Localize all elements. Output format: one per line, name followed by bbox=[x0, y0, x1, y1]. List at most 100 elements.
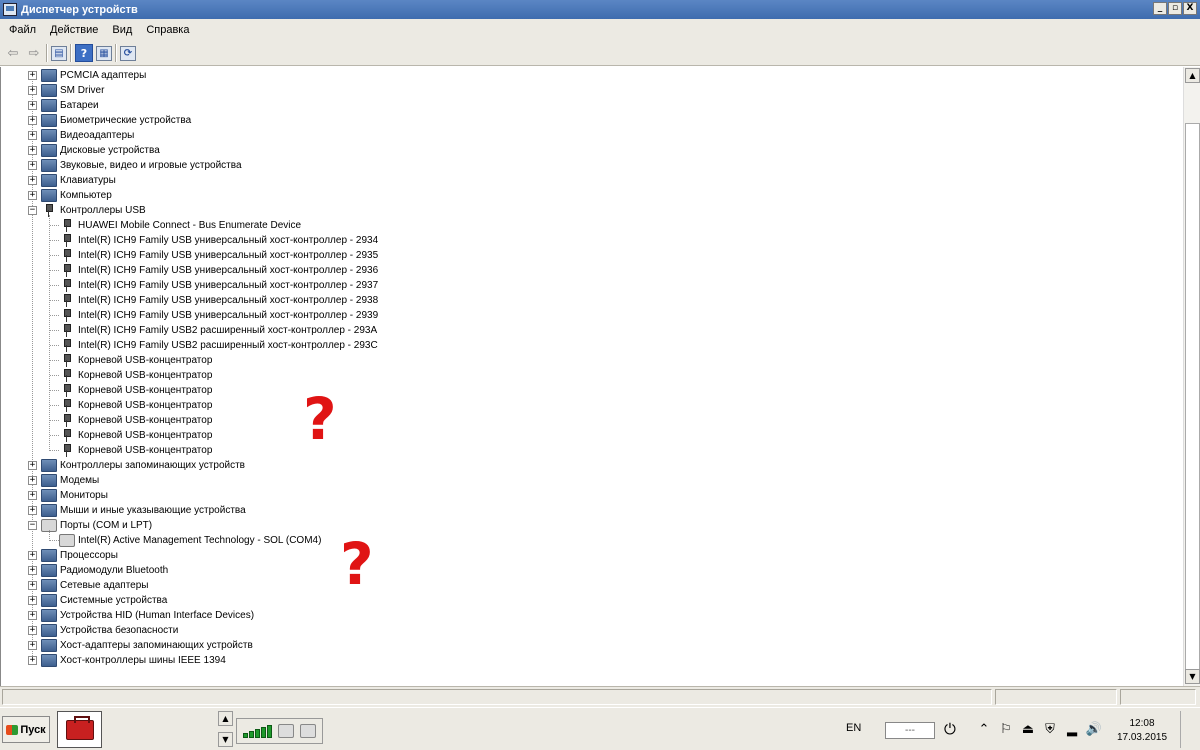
expand-icon[interactable]: + bbox=[28, 146, 37, 155]
start-button[interactable]: Пуск bbox=[2, 716, 50, 743]
tree-device[interactable]: Intel(R) ICH9 Family USB универсальный х… bbox=[59, 278, 378, 293]
tree-device[interactable]: Intel(R) ICH9 Family USB универсальный х… bbox=[59, 248, 378, 263]
expand-icon[interactable]: + bbox=[28, 506, 37, 515]
volume-icon[interactable]: 🔊 bbox=[1086, 721, 1102, 737]
tree-device[interactable]: Intel(R) ICH9 Family USB2 расширенный хо… bbox=[59, 323, 377, 338]
tree-category[interactable]: Мыши и иные указывающие устройства bbox=[41, 503, 246, 518]
tree-category[interactable]: Системные устройства bbox=[41, 593, 167, 608]
clock[interactable]: 12:08 17.03.2015 bbox=[1112, 717, 1172, 745]
tree-device[interactable]: Intel(R) ICH9 Family USB2 расширенный хо… bbox=[59, 338, 378, 353]
vertical-scrollbar[interactable]: ▲ ▼ bbox=[1183, 67, 1200, 686]
view-icon[interactable]: ▦ bbox=[96, 45, 112, 61]
safely-remove-icon[interactable]: ⏏ bbox=[1020, 721, 1036, 737]
power-plug-icon[interactable]: ⏻ bbox=[944, 720, 956, 738]
expand-icon[interactable]: + bbox=[28, 161, 37, 170]
expand-icon[interactable]: + bbox=[28, 71, 37, 80]
tree-category[interactable]: Видеоадаптеры bbox=[41, 128, 134, 143]
forward-icon[interactable]: ⇨ bbox=[25, 44, 43, 62]
expand-icon[interactable]: + bbox=[28, 611, 37, 620]
expand-icon[interactable]: + bbox=[28, 641, 37, 650]
tree-device[interactable]: Корневой USB-концентратор bbox=[59, 398, 212, 413]
tree-category[interactable]: Процессоры bbox=[41, 548, 118, 563]
usb-icon bbox=[59, 399, 75, 412]
tree-device[interactable]: Intel(R) Active Management Technology - … bbox=[59, 533, 321, 548]
expand-icon[interactable]: + bbox=[28, 566, 37, 575]
tree-category[interactable]: Контроллеры USB bbox=[41, 203, 146, 218]
expand-icon[interactable]: + bbox=[28, 491, 37, 500]
tree-device[interactable]: Корневой USB-концентратор bbox=[59, 443, 212, 458]
show-desktop-button[interactable] bbox=[1180, 711, 1196, 748]
scroll-up-button[interactable]: ▲ bbox=[218, 711, 233, 726]
expand-icon[interactable]: + bbox=[28, 581, 37, 590]
tree-category[interactable]: Батареи bbox=[41, 98, 99, 113]
expand-icon[interactable]: + bbox=[28, 551, 37, 560]
scan-hardware-icon[interactable]: ⟳ bbox=[120, 45, 136, 61]
tree-device[interactable]: Intel(R) ICH9 Family USB универсальный х… bbox=[59, 293, 378, 308]
tree-item-label: Intel(R) Active Management Technology - … bbox=[78, 535, 322, 546]
tree-category[interactable]: Мониторы bbox=[41, 488, 108, 503]
menu-help[interactable]: Справка bbox=[139, 24, 196, 36]
tree-category[interactable]: Клавиатуры bbox=[41, 173, 116, 188]
help-icon[interactable]: ? bbox=[75, 44, 93, 62]
menu-view[interactable]: Вид bbox=[105, 24, 139, 36]
minimize-button[interactable]: _ bbox=[1153, 2, 1167, 15]
action-center-icon[interactable]: ⚐ bbox=[998, 721, 1014, 737]
tree-category[interactable]: Биометрические устройства bbox=[41, 113, 191, 128]
scroll-down-button[interactable]: ▼ bbox=[218, 732, 233, 747]
tree-category[interactable]: Звуковые, видео и игровые устройства bbox=[41, 158, 242, 173]
scroll-thumb[interactable] bbox=[1185, 123, 1200, 670]
scroll-up-button[interactable]: ▲ bbox=[1185, 68, 1200, 83]
show-hidden-icons-icon[interactable]: ⌃ bbox=[976, 721, 992, 737]
tree-category[interactable]: Хост-адаптеры запоминающих устройств bbox=[41, 638, 253, 653]
tree-device[interactable]: Intel(R) ICH9 Family USB универсальный х… bbox=[59, 233, 378, 248]
expand-icon[interactable]: + bbox=[28, 596, 37, 605]
tree-category[interactable]: Радиомодули Bluetooth bbox=[41, 563, 168, 578]
tree-device[interactable]: Корневой USB-концентратор bbox=[59, 383, 212, 398]
back-icon[interactable]: ⇦ bbox=[4, 44, 22, 62]
expand-icon[interactable]: + bbox=[28, 191, 37, 200]
expand-icon[interactable]: + bbox=[28, 176, 37, 185]
language-indicator[interactable]: EN bbox=[846, 722, 861, 734]
expand-icon[interactable]: + bbox=[28, 476, 37, 485]
tree-category[interactable]: Контроллеры запоминающих устройств bbox=[41, 458, 245, 473]
taskbar-app-device-manager[interactable] bbox=[57, 711, 102, 748]
expand-icon[interactable]: + bbox=[28, 656, 37, 665]
tree-category[interactable]: Порты (COM и LPT) bbox=[41, 518, 152, 533]
menu-file[interactable]: Файл bbox=[2, 24, 43, 36]
close-button[interactable]: X bbox=[1183, 2, 1197, 15]
tree-category[interactable]: Устройства HID (Human Interface Devices) bbox=[41, 608, 254, 623]
security-icon[interactable]: ⛨ bbox=[1042, 721, 1058, 737]
tree-category[interactable]: SM Driver bbox=[41, 83, 104, 98]
tree-device[interactable]: Корневой USB-концентратор bbox=[59, 428, 212, 443]
tree-device[interactable]: Корневой USB-концентратор bbox=[59, 353, 212, 368]
properties-icon[interactable]: ▤ bbox=[51, 45, 67, 61]
modem-status-widget[interactable] bbox=[236, 718, 323, 744]
expand-icon[interactable]: + bbox=[28, 626, 37, 635]
expand-icon[interactable]: + bbox=[28, 86, 37, 95]
tree-category[interactable]: Модемы bbox=[41, 473, 99, 488]
scroll-down-button[interactable]: ▼ bbox=[1185, 669, 1200, 684]
expand-icon[interactable]: + bbox=[28, 131, 37, 140]
tree-category[interactable]: Хост-контроллеры шины IEEE 1394 bbox=[41, 653, 226, 668]
network-icon[interactable]: ▂ bbox=[1064, 721, 1080, 737]
tree-device[interactable]: Корневой USB-концентратор bbox=[59, 413, 212, 428]
device-tree[interactable]: + PCMCIA адаптеры + SM Driver + Батареи + Биоме… bbox=[0, 67, 1183, 686]
tree-category[interactable]: Устройства безопасности bbox=[41, 623, 178, 638]
tree-category[interactable]: Сетевые адаптеры bbox=[41, 578, 148, 593]
collapse-icon[interactable]: − bbox=[28, 521, 37, 530]
collapse-icon[interactable]: − bbox=[28, 206, 37, 215]
tree-device[interactable]: Intel(R) ICH9 Family USB универсальный х… bbox=[59, 263, 378, 278]
expand-icon[interactable]: + bbox=[28, 461, 37, 470]
tree-device[interactable]: HUAWEI Mobile Connect - Bus Enumerate De… bbox=[59, 218, 301, 233]
tree-category[interactable]: Дисковые устройства bbox=[41, 143, 160, 158]
menu-action[interactable]: Действие bbox=[43, 24, 105, 36]
expand-icon[interactable]: + bbox=[28, 101, 37, 110]
tree-device[interactable]: Корневой USB-концентратор bbox=[59, 368, 212, 383]
quicklaunch-scroller[interactable]: ▲ ▼ bbox=[218, 711, 233, 748]
maximize-button[interactable]: ▫ bbox=[1168, 2, 1182, 15]
tree-device[interactable]: Intel(R) ICH9 Family USB универсальный х… bbox=[59, 308, 378, 323]
expand-icon[interactable]: + bbox=[28, 116, 37, 125]
network-status-field[interactable]: --- bbox=[885, 722, 935, 739]
tree-category[interactable]: PCMCIA адаптеры bbox=[41, 68, 146, 83]
tree-category[interactable]: Компьютер bbox=[41, 188, 112, 203]
